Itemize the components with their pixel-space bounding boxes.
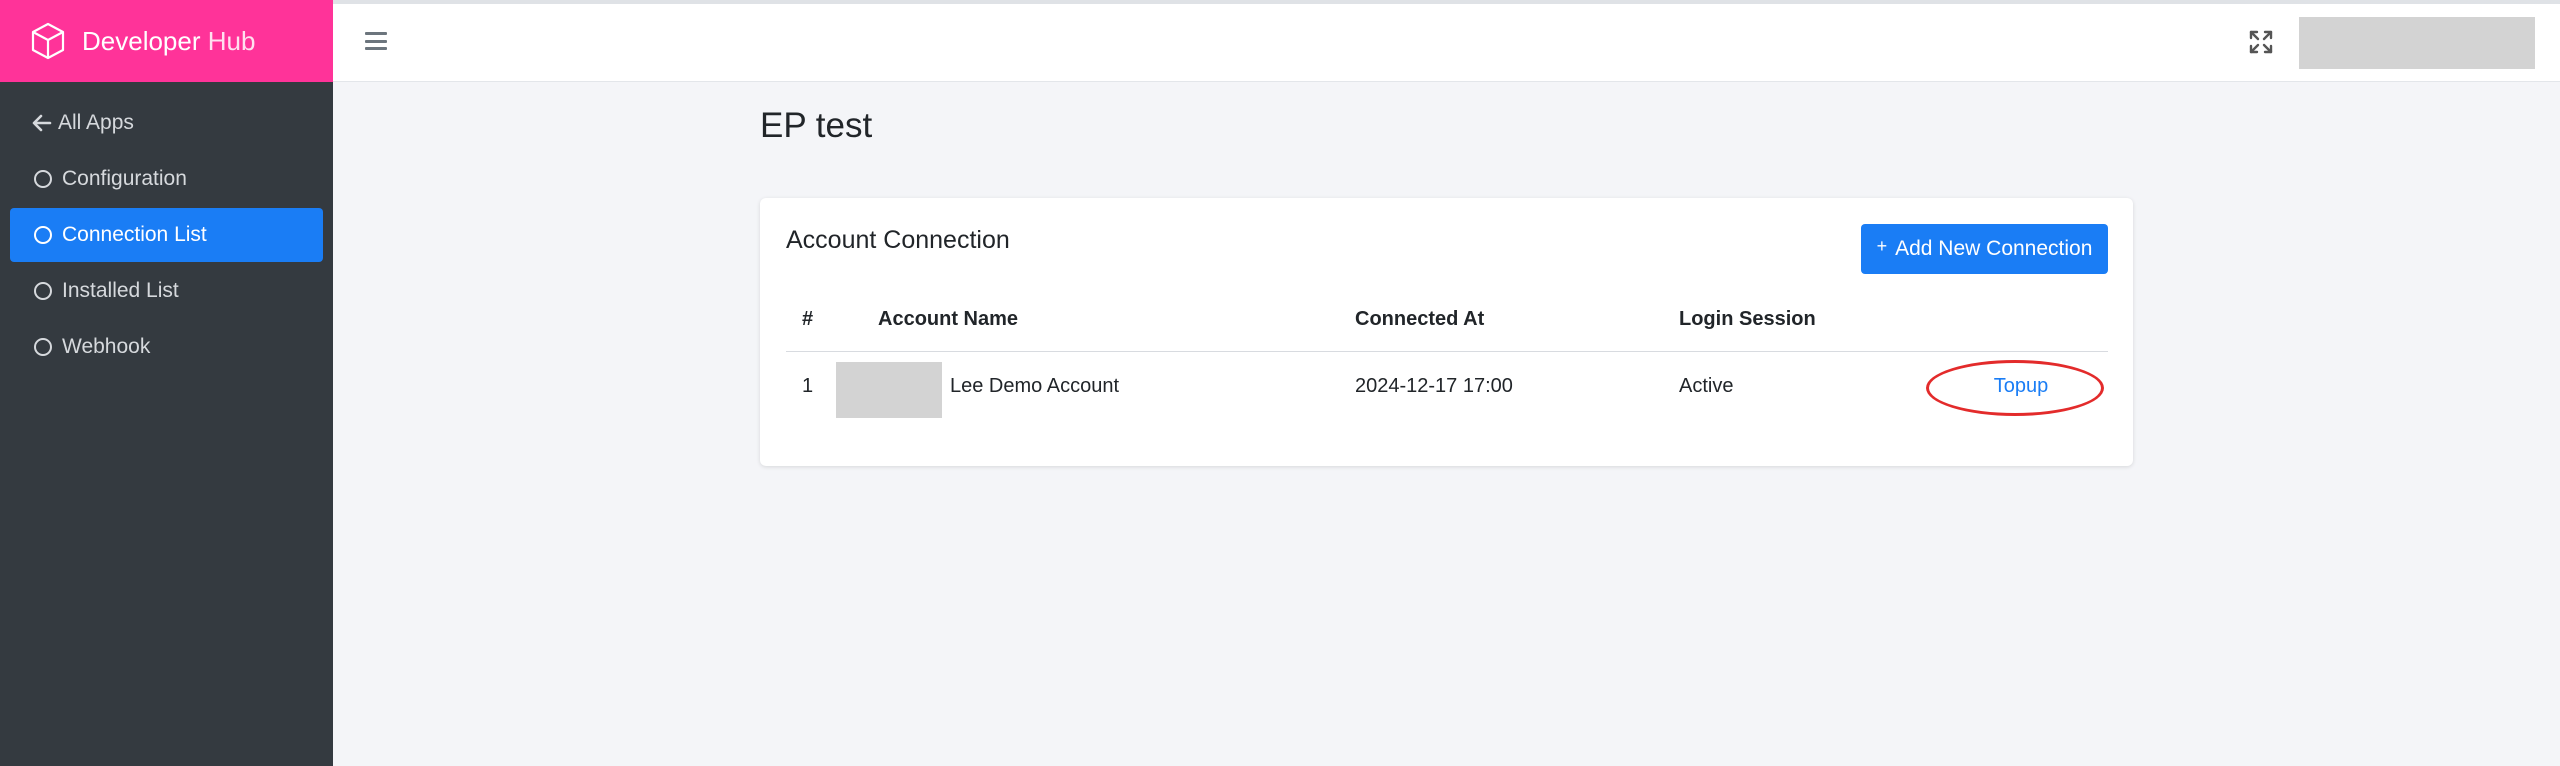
top-bar <box>333 4 2560 82</box>
add-button-label: Add New Connection <box>1895 237 2093 260</box>
sidebar: Developer Hub All Apps Configuration Con… <box>0 0 333 766</box>
all-apps-label: All Apps <box>58 111 134 134</box>
column-header-account-name: Account Name <box>878 308 1019 330</box>
column-header-login-session: Login Session <box>1679 308 1816 330</box>
circle-icon <box>34 226 52 244</box>
sidebar-nav: All Apps Configuration Connection List I… <box>0 82 333 374</box>
account-name: Lee Demo Account <box>950 374 1119 397</box>
user-menu-placeholder[interactable] <box>2299 17 2535 69</box>
sidebar-item-webhook[interactable]: Webhook <box>10 320 323 374</box>
row-number: 1 <box>802 374 814 397</box>
all-apps-link[interactable]: All Apps <box>0 96 333 150</box>
column-header-connected-at: Connected At <box>1355 308 1485 330</box>
brand-name: Developer Hub <box>82 25 256 56</box>
expand-icon[interactable] <box>2248 29 2274 55</box>
table-row: 1 Lee Demo Account 2024-12-17 17:00 Acti… <box>786 352 2108 420</box>
plus-icon: + <box>1876 235 1888 256</box>
brand-logo[interactable]: Developer Hub <box>0 0 333 82</box>
circle-icon <box>34 170 52 188</box>
column-header-number: # <box>802 308 814 330</box>
sidebar-item-installed-list[interactable]: Installed List <box>10 264 323 318</box>
account-connection-card: Account Connection + Add New Connection … <box>760 198 2133 466</box>
page-title: EP test <box>760 106 873 145</box>
add-new-connection-button[interactable]: + Add New Connection <box>1861 224 2108 274</box>
circle-icon <box>34 282 52 300</box>
table-header: # Account Name Connected At Login Sessio… <box>786 288 2108 352</box>
cube-icon <box>31 22 65 60</box>
sidebar-item-connection-list[interactable]: Connection List <box>10 208 323 262</box>
arrow-left-icon <box>32 114 52 132</box>
hamburger-icon[interactable] <box>365 30 387 52</box>
sidebar-item-label: Webhook <box>62 335 151 358</box>
sidebar-item-label: Configuration <box>62 167 187 190</box>
login-session: Active <box>1679 374 1734 397</box>
sidebar-item-label: Installed List <box>62 279 179 302</box>
annotation-ellipse <box>1926 360 2104 416</box>
connected-at: 2024-12-17 17:00 <box>1355 374 1513 397</box>
connections-table: # Account Name Connected At Login Sessio… <box>786 288 2108 420</box>
card-title: Account Connection <box>786 226 1010 254</box>
circle-icon <box>34 338 52 356</box>
sidebar-item-label: Connection List <box>62 223 207 246</box>
account-avatar <box>836 362 942 418</box>
sidebar-item-configuration[interactable]: Configuration <box>10 152 323 206</box>
